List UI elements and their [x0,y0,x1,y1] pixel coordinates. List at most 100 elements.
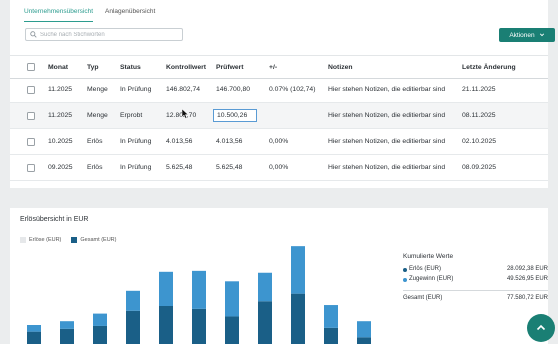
bar-gesamt[interactable] [324,305,338,328]
cell-plus-minus: 0,00% [269,138,289,145]
table-header: Monat Typ Status Kontrollwert Prüfwert +… [10,55,548,79]
col-status[interactable]: Status [120,64,141,71]
bar-erloese[interactable] [357,337,371,344]
bar-erloese[interactable] [126,310,140,344]
search-icon [30,31,37,38]
kumulierte-total: Gesamt (EUR) 77.580,72 EUR [403,295,548,305]
bar-erloese[interactable] [159,306,173,344]
cell-kontrollwert: 5.625,48 [166,164,193,171]
cell-monat: 11.2025 [48,86,73,93]
row-checkbox[interactable] [27,163,35,172]
bar-gesamt[interactable] [126,290,140,311]
cell-typ: Menge [87,112,108,119]
bar-erloese[interactable] [93,325,107,344]
legend-item[interactable]: Erlöse (EUR) [20,237,61,243]
pruefwert-edit-value: 10.500,26 [217,112,248,119]
kumulierte-title: Kumulierte Werte [403,253,454,260]
kumulierte-werte-panel: Kumulierte Werte Erlös (EUR) 28.092,38 E… [403,253,548,305]
row-checkbox[interactable] [27,111,35,120]
cell-notizen[interactable]: Hier stehen Notizen, die editierbar sind [328,112,445,119]
actions-label: Aktionen [509,31,535,39]
cell-pruefwert[interactable]: 4.013,56 [216,138,242,145]
chevron-down-icon [539,33,544,37]
bar-gesamt[interactable] [60,321,74,329]
cell-pruefwert[interactable]: 146.700,80 [216,86,250,93]
table-row[interactable]: 09.2025 Erlös In Prüfung 5.625,48 5.625,… [10,155,548,181]
legend-swatch [20,237,26,243]
search-field[interactable] [25,28,183,41]
cell-pruefwert[interactable]: 5.625,48 [216,164,242,171]
cell-letzte-aenderung: 21.11.2025 [462,86,496,93]
chart-legend: Erlöse (EUR) Gesamt (EUR) [20,237,116,243]
bar-gesamt[interactable] [357,321,371,338]
bar-erloese[interactable] [60,328,74,344]
kumulierte-item: Zugewinn (EUR) 49.526,95 EUR [403,276,548,286]
bar-erloese[interactable] [291,293,305,344]
bar-erloese[interactable] [225,316,239,344]
bar-erloese[interactable] [324,327,338,344]
col-monat[interactable]: Monat [48,64,68,71]
col-pruefwert[interactable]: Prüfwert [216,64,244,71]
col-letzte-aenderung[interactable]: Letzte Änderung [462,64,516,71]
tab-unternehmensuebersicht[interactable]: Unternehmensübersicht [24,8,94,22]
select-all-checkbox[interactable] [27,63,35,71]
kumulierte-value: 49.526,95 EUR [506,276,548,282]
legend-swatch [71,237,78,243]
cell-typ: Erlös [87,164,103,171]
chart-title: Erlösübersicht in EUR [20,216,89,223]
search-input[interactable] [40,31,180,38]
row-checkbox[interactable] [27,85,35,94]
bar-gesamt[interactable] [225,281,239,317]
cell-monat: 10.2025 [48,138,73,145]
kumulierte-label: Erlös (EUR) [409,266,442,272]
cursor-icon [182,109,189,119]
legend-item[interactable]: Gesamt (EUR) [71,237,116,243]
kumulierte-total-label: Gesamt (EUR) [403,295,443,301]
col-plus-minus[interactable]: +/- [269,64,277,71]
cell-plus-minus: 0.07% (102,74) [269,86,316,93]
kumulierte-value: 28.092,38 EUR [506,266,548,272]
table-card: Unternehmensübersicht Anlagenübersicht A… [10,0,555,188]
cell-status: In Prüfung [120,86,152,93]
table-row[interactable]: 11.2025 Menge In Prüfung 146.802,74 146.… [10,77,548,103]
chart-card: Erlösübersicht in EUR Erlöse (EUR) Gesam… [10,208,548,344]
tab-anlagenuebersicht[interactable]: Anlagenübersicht [105,8,155,22]
cell-kontrollwert: 4.013,56 [166,138,193,145]
kumulierte-total-value: 77.580,72 EUR [506,295,548,301]
row-checkbox[interactable] [27,137,35,146]
bar-erloese[interactable] [258,301,272,344]
col-kontrollwert[interactable]: Kontrollwert [166,64,206,71]
cell-status: In Prüfung [120,138,152,145]
legend-label: Gesamt (EUR) [80,237,117,243]
cell-typ: Erlös [87,138,103,145]
kumulierte-label: Zugewinn (EUR) [409,276,454,282]
cell-letzte-aenderung: 08.11.2025 [462,112,496,119]
legend-label: Erlöse (EUR) [29,237,62,243]
bar-gesamt[interactable] [192,270,206,309]
table-row[interactable]: 11.2025 Menge Erprobt 12.802,70 10.500,2… [10,103,548,129]
kumulierte-dot [403,278,407,282]
cell-typ: Menge [87,86,108,93]
cell-letzte-aenderung: 08.09.2025 [462,164,497,171]
bar-gesamt[interactable] [93,313,107,326]
bar-gesamt[interactable] [258,272,272,302]
cell-monat: 11.2025 [48,112,73,119]
bar-gesamt[interactable] [27,325,41,332]
bar-erloese[interactable] [27,331,41,344]
tab-bar: Unternehmensübersicht Anlagenübersicht [24,8,155,22]
col-typ[interactable]: Typ [87,64,99,71]
bar-chart [27,246,371,344]
bar-gesamt[interactable] [159,271,173,306]
actions-button[interactable]: Aktionen [499,28,555,42]
cell-plus-minus: 0,00% [269,164,289,171]
pruefwert-edit-input[interactable]: 10.500,26 [213,109,257,122]
col-notizen[interactable]: Notizen [328,64,353,71]
table-row[interactable]: 10.2025 Erlös In Prüfung 4.013,56 4.013,… [10,129,548,155]
bar-gesamt[interactable] [291,246,305,294]
scroll-top-button[interactable] [527,314,555,342]
cell-notizen[interactable]: Hier stehen Notizen, die editierbar sind [328,86,445,93]
kumulierte-dot [403,268,407,272]
bar-erloese[interactable] [192,308,206,344]
cell-notizen[interactable]: Hier stehen Notizen, die editierbar sind [328,164,445,171]
cell-notizen[interactable]: Hier stehen Notizen, die editierbar sind [328,138,445,145]
